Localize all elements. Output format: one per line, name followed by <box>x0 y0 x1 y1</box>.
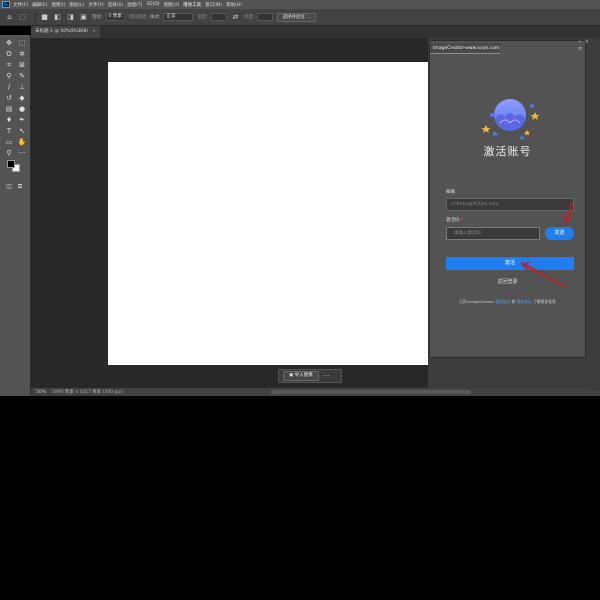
object-select-tool-icon[interactable]: ✲ <box>17 49 27 59</box>
activate-button[interactable]: 激活 <box>446 257 574 270</box>
divider <box>35 12 36 22</box>
blur-tool-icon[interactable]: ● <box>17 104 27 114</box>
photoshop-logo[interactable]: Ps <box>2 1 10 8</box>
history-brush-tool-icon[interactable]: ↺ <box>4 93 14 103</box>
height-label: 高度: <box>243 15 255 20</box>
document-tab-bar <box>31 26 600 38</box>
move-tool-icon[interactable]: ✥ <box>4 38 14 48</box>
menu-bar: Ps 文件(F) 编辑(E) 图像(I) 图层(L) 文字(Y) 选择(S) 滤… <box>0 0 600 9</box>
panel-menu-icon[interactable]: ≡ <box>578 46 582 52</box>
plugin-panel-tab[interactable]: ImageCreator-www.xxjm.com <box>430 43 500 54</box>
intersect-selection-icon[interactable]: ▣ <box>79 13 88 22</box>
terms-footer: 已同 ImageCreator 使用协议 和 隐私协议 了解更多信息 <box>429 299 586 305</box>
footer-prefix: 已同 ImageCreator <box>459 299 495 304</box>
imagecreator-logo <box>478 95 542 140</box>
footer-separator: 和 <box>511 299 516 304</box>
dodge-tool-icon[interactable]: ♦ <box>4 115 14 125</box>
swap-icon[interactable]: ⇄ <box>231 13 240 22</box>
required-marker: * <box>460 218 464 223</box>
planet-stars-icon <box>481 99 540 140</box>
gradient-tool-icon[interactable]: ▤ <box>4 104 14 114</box>
email-label: 邮箱 <box>446 190 455 195</box>
menu-image[interactable]: 图像(I) <box>51 2 65 8</box>
menu-3d[interactable]: 3D(D) <box>146 2 159 7</box>
horizontal-scrollbar[interactable] <box>271 390 471 394</box>
document-tab-title: 未标题-1 @ 50%(RGB/8) <box>35 29 88 34</box>
panel-controls: « × <box>578 39 589 45</box>
hand-tool-icon[interactable]: ✋ <box>17 137 27 147</box>
brush-tool-icon[interactable]: ∕ <box>4 82 14 92</box>
menu-select[interactable]: 选择(S) <box>108 2 123 8</box>
height-input[interactable] <box>257 13 274 21</box>
menu-window[interactable]: 窗口(W) <box>205 2 222 8</box>
activation-code-input[interactable]: 请输入激活码 <box>446 227 540 240</box>
marquee-tool-icon[interactable]: ⬚ <box>17 38 27 48</box>
home-icon[interactable]: ⌂ <box>5 13 14 22</box>
document-tab[interactable]: 未标题-1 @ 50%(RGB/8) × <box>31 26 101 38</box>
menu-file[interactable]: 文件(F) <box>13 2 28 8</box>
healing-brush-tool-icon[interactable]: ✎ <box>17 71 27 81</box>
document-size[interactable]: 1890 像素 x 1417 像素 (300 ppi) <box>52 389 123 395</box>
back-to-login-link[interactable]: 返回登录 <box>429 278 586 285</box>
options-bar: ⌂ ⬚ ■ ◧ ◨ ▣ 羽化: 0 像素 消除锯齿 样式: 正常 宽度: ⇄ 高… <box>0 9 600 26</box>
feather-label: 羽化: <box>92 15 103 20</box>
menu-help[interactable]: 帮助(H) <box>226 2 242 8</box>
rectangle-tool-icon[interactable]: ▭ <box>4 137 14 147</box>
width-label: 宽度: <box>197 15 208 20</box>
menu-filter[interactable]: 滤镜(T) <box>127 2 142 8</box>
activation-code-label-text: 激活码 <box>446 218 460 223</box>
path-select-tool-icon[interactable]: ↖ <box>17 126 27 136</box>
send-code-button[interactable]: 发送 <box>545 227 574 240</box>
terms-link[interactable]: 使用协议 <box>495 299 510 304</box>
style-select[interactable]: 正常 <box>163 13 194 21</box>
contextual-task-bar: ▣ 导入图像 ··· <box>278 369 342 383</box>
eraser-tool-icon[interactable]: ◆ <box>17 93 27 103</box>
type-tool-icon[interactable]: T <box>4 126 14 136</box>
foreground-color-swatch[interactable] <box>7 160 15 168</box>
frame-tool-icon[interactable]: ⊠ <box>17 60 27 70</box>
style-label: 样式: <box>149 15 161 20</box>
clone-stamp-tool-icon[interactable]: ⊥ <box>17 82 27 92</box>
marquee-preset-icon[interactable]: ⬚ <box>18 13 27 22</box>
screen-mode-icon[interactable]: ⧉ <box>15 182 25 192</box>
menu-edit[interactable]: 编辑(E) <box>32 2 47 8</box>
add-selection-icon[interactable]: ◧ <box>53 13 62 22</box>
lasso-tool-icon[interactable]: ʘ <box>4 49 14 59</box>
import-image-button[interactable]: ▣ 导入图像 <box>283 371 319 381</box>
more-options-button[interactable]: ··· <box>324 373 330 380</box>
menu-plugins[interactable]: 增效工具 <box>183 2 201 8</box>
email-input[interactable]: x?#xbx@#j5ym.com <box>446 198 574 211</box>
select-and-mask-button[interactable]: 选择并遮住 ... <box>277 12 316 22</box>
crop-tool-icon[interactable]: ⌗ <box>4 60 14 70</box>
new-selection-icon[interactable]: ■ <box>40 13 49 22</box>
privacy-link[interactable]: 隐私协议 <box>517 299 532 304</box>
menu-layer[interactable]: 图层(L) <box>69 2 84 8</box>
import-image-label: 导入图像 <box>294 373 313 378</box>
width-input[interactable] <box>210 13 227 21</box>
panel-strip <box>586 40 600 390</box>
collapse-icon[interactable]: « <box>578 39 581 45</box>
activate-account-title: 激活账号 <box>483 145 532 158</box>
image-icon: ▣ <box>289 373 294 378</box>
menu-view[interactable]: 视图(V) <box>164 2 180 8</box>
more-tools-icon[interactable]: ··· <box>17 148 27 158</box>
pen-tool-icon[interactable]: ✒ <box>17 115 27 125</box>
zoom-level[interactable]: 50% <box>36 390 46 395</box>
subtract-selection-icon[interactable]: ◨ <box>66 13 75 22</box>
footer-suffix: 了解更多信息 <box>533 299 556 304</box>
zoom-tool-icon[interactable]: ⚲ <box>4 148 14 158</box>
menu-type[interactable]: 文字(Y) <box>88 2 103 8</box>
antialias-label[interactable]: 消除锯齿 <box>129 14 147 20</box>
tools-panel: ✥ ⬚ ʘ ✲ ⌗ ⊠ ⚲ ✎ ∕ ⊥ ↺ ◆ ▤ ● ♦ ✒ T ↖ ▭ ✋ … <box>0 35 31 396</box>
close-icon[interactable]: × <box>92 29 96 34</box>
quick-mask-icon[interactable]: ◫ <box>4 182 14 192</box>
close-icon[interactable]: × <box>585 39 589 45</box>
activation-code-label: 激活码 * <box>446 217 463 223</box>
status-bar: 50% 1890 像素 x 1417 像素 (300 ppi) <box>31 388 600 396</box>
eyedropper-tool-icon[interactable]: ⚲ <box>4 71 14 81</box>
feather-input[interactable]: 0 像素 <box>105 13 125 21</box>
